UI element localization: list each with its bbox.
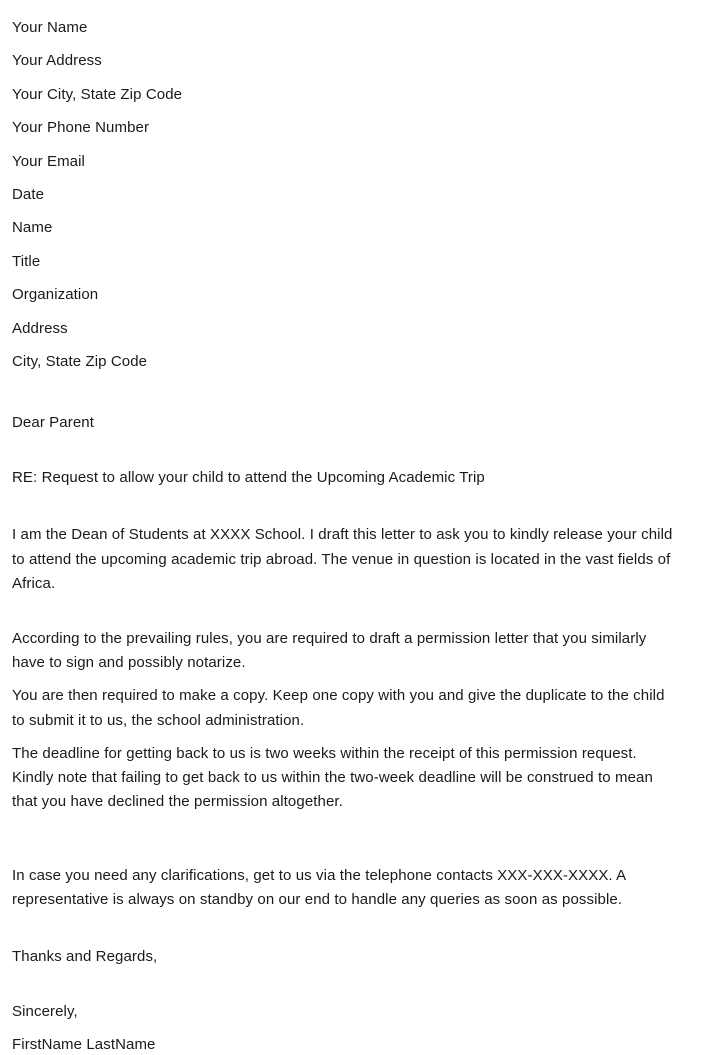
body-paragraph: The deadline for getting back to us is t… xyxy=(12,744,653,811)
body-paragraph: I am the Dean of Students at XXXX School… xyxy=(12,526,673,592)
signature-name: FirstName LastName xyxy=(12,1035,156,1053)
salutation: Dear Parent xyxy=(12,414,94,432)
sender-name: Your Name xyxy=(12,19,88,36)
body-paragraph: You are then required to make a copy. Ke… xyxy=(12,687,665,729)
letter-page: Your Name Your Address Your City, State … xyxy=(0,0,710,1053)
body-paragraph: According to the prevailing rules, you a… xyxy=(12,630,647,672)
sender-phone: Your Phone Number xyxy=(12,119,150,137)
letterhead-block: Your Name Your Address Your City, State … xyxy=(12,0,678,378)
recipient-city-state-zip: City, State Zip Code xyxy=(12,353,148,371)
subject-line: RE: Request to allow your child to atten… xyxy=(12,469,485,487)
recipient-name: Name xyxy=(12,219,53,237)
sender-address: Your Address xyxy=(12,52,102,70)
body-paragraph: In case you need any clarifications, get… xyxy=(12,866,626,908)
recipient-title: Title xyxy=(12,252,41,270)
letter-date: Date xyxy=(12,186,45,204)
recipient-organization: Organization xyxy=(12,286,99,304)
letter-body: I am the Dean of Students at XXXX School… xyxy=(12,523,678,911)
sender-city-state-zip: Your City, State Zip Code xyxy=(12,85,183,103)
sender-email: Your Email xyxy=(12,152,85,170)
recipient-address: Address xyxy=(12,319,68,337)
closing-thanks: Thanks and Regards, xyxy=(12,947,158,965)
closing-sincerely: Sincerely, xyxy=(12,1002,78,1020)
